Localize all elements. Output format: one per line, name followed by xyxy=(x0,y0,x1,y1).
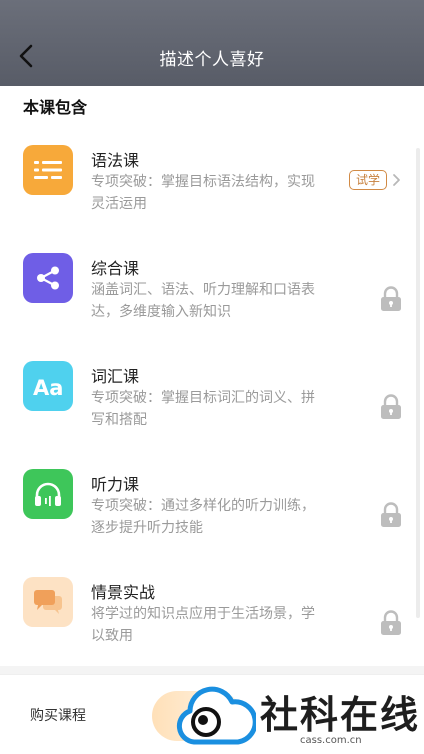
course-description: 专项突破：掌握目标词汇的词义、拼写和搭配 xyxy=(91,390,315,428)
course-name: 词汇课 xyxy=(91,367,140,386)
course-item-comprehensive[interactable]: 综合课 涵盖词汇、语法、听力理解和口语表达，多维度输入新知识 xyxy=(0,253,424,353)
lock-icon xyxy=(381,394,401,419)
chat-icon xyxy=(23,577,73,627)
course-name: 综合课 xyxy=(91,259,140,278)
course-name: 情景实战 xyxy=(91,583,156,602)
watermark-text: 社科在线 xyxy=(260,693,421,737)
course-item-listening[interactable]: 听力课 专项突破：通过多样化的听力训练，逐步提升听力技能 xyxy=(0,469,424,569)
course-item-vocabulary[interactable]: Aa 词汇课 专项突破：掌握目标词汇的词义、拼写和搭配 xyxy=(0,361,424,461)
course-description: 将学过的知识点应用于生活场景，学以致用 xyxy=(91,606,315,644)
chevron-right-icon xyxy=(393,174,400,186)
course-description: 专项突破：通过多样化的听力训练，逐步提升听力技能 xyxy=(91,498,315,536)
course-content-panel: 本课包含 语法课 专项突破：掌握目标语法结构，实现灵活运用 试学 综合课 涵盖词… xyxy=(0,86,424,666)
lock-icon xyxy=(381,502,401,527)
divider xyxy=(0,666,424,674)
course-item-grammar[interactable]: 语法课 专项突破：掌握目标语法结构，实现灵活运用 试学 xyxy=(0,145,424,245)
buy-course-label[interactable]: 购买课程 xyxy=(30,705,86,725)
share-icon xyxy=(23,253,73,303)
section-title: 本课包含 xyxy=(23,98,88,117)
lock-icon xyxy=(381,610,401,635)
letters-icon: Aa xyxy=(23,361,73,411)
watermark: 社科在线 cass.com.cn xyxy=(176,684,424,754)
lock-icon xyxy=(381,286,401,311)
course-name: 听力课 xyxy=(91,475,140,494)
course-description: 专项突破：掌握目标语法结构，实现灵活运用 xyxy=(91,174,315,212)
cloud-logo xyxy=(176,686,256,745)
course-description: 涵盖词汇、语法、听力理解和口语表达，多维度输入新知识 xyxy=(91,282,315,320)
course-item-scenario[interactable]: 情景实战 将学过的知识点应用于生活场景，学以致用 xyxy=(0,577,424,666)
svg-text:Aa: Aa xyxy=(33,376,63,399)
headphones-icon xyxy=(23,469,73,519)
list-icon xyxy=(23,145,73,195)
page-title: 描述个人喜好 xyxy=(159,50,265,70)
top-bar: 描述个人喜好 xyxy=(0,0,424,86)
course-name: 语法课 xyxy=(91,151,140,170)
watermark-url: cass.com.cn xyxy=(300,735,362,746)
trial-badge[interactable]: 试学 xyxy=(349,170,388,190)
